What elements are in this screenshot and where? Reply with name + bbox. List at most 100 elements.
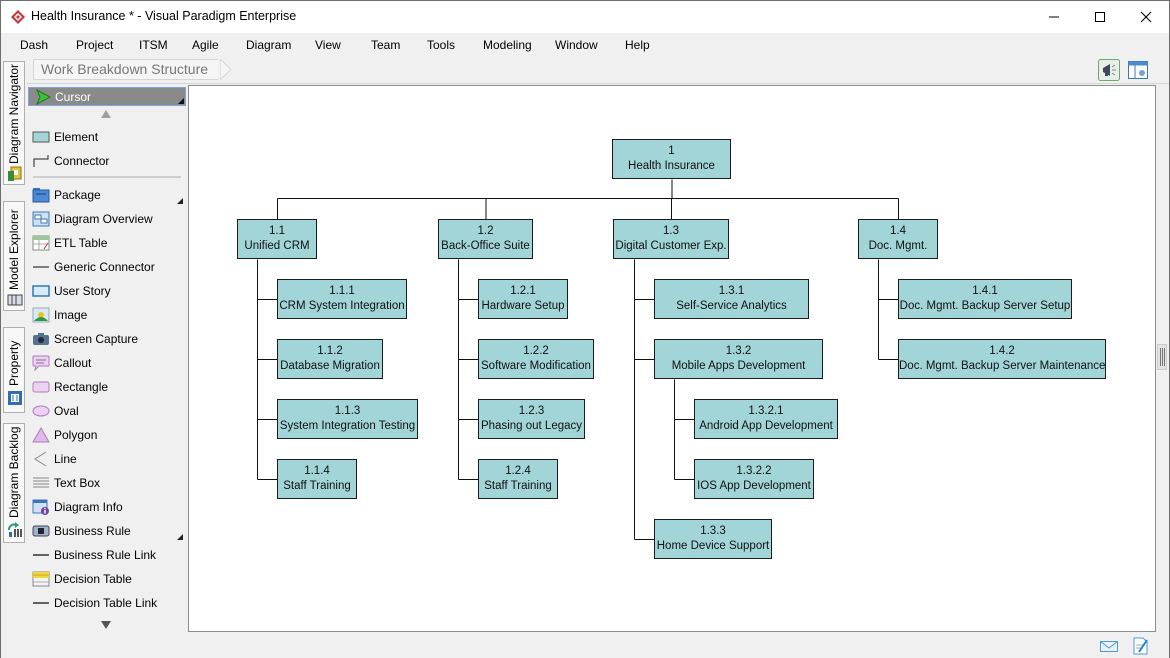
tab-label: Property	[7, 340, 21, 386]
wbs-node-1-4-1[interactable]: 1.4.1 Doc. Mgmt. Backup Server Setup	[898, 279, 1072, 319]
menu-project[interactable]: Project	[76, 38, 113, 52]
wbs-node-1-2[interactable]: 1.2 Back-Office Suite	[438, 219, 533, 259]
diagram-overview-icon	[32, 211, 50, 227]
wbs-node-1-4[interactable]: 1.4 Doc. Mgmt.	[858, 219, 938, 259]
palette-item-decision-table-link[interactable]: Decision Table Link	[27, 592, 187, 614]
mail-button[interactable]	[1099, 637, 1119, 655]
business-rule-link-icon	[33, 554, 49, 556]
palette-item-generic-connector[interactable]: Generic Connector	[27, 256, 187, 278]
scroll-down-arrow-icon[interactable]	[101, 621, 111, 629]
palette-item-element[interactable]: Element	[27, 126, 187, 148]
wbs-node-1-2-3[interactable]: 1.2.3 Phasing out Legacy	[478, 399, 585, 439]
menu-itsm[interactable]: ITSM	[139, 38, 168, 52]
wbs-node-1-2-1[interactable]: 1.2.1 Hardware Setup	[478, 279, 568, 319]
wbs-node-name: Self-Service Analytics	[676, 300, 787, 312]
model-explorer-icon	[7, 294, 23, 306]
line-icon	[34, 451, 47, 467]
diagram-layout-button[interactable]	[1127, 59, 1149, 81]
menu-tools[interactable]: Tools	[427, 38, 455, 52]
tab-property[interactable]: Property	[3, 327, 25, 413]
palette-item-callout[interactable]: Callout	[27, 352, 187, 374]
tab-diagram-backlog[interactable]: Diagram Backlog	[3, 423, 25, 543]
palette-item-decision-table[interactable]: Decision Table	[27, 568, 187, 590]
palette-item-connector[interactable]: Connector	[27, 150, 187, 172]
wbs-node-1-3-2-1[interactable]: 1.3.2.1 Android App Development	[694, 399, 838, 439]
palette-item-label: Decision Table Link	[54, 596, 158, 610]
diagram-canvas[interactable]: 1 Health Insurance 1.1 Unified CRM 1.2 Back-O…	[188, 85, 1156, 632]
palette-item-polygon[interactable]: Polygon	[27, 424, 187, 446]
close-button[interactable]	[1123, 1, 1169, 33]
palette-item-text-box[interactable]: Text Box	[27, 472, 187, 494]
wbs-node-number: 1.4	[890, 225, 906, 237]
wbs-node-number: 1.3.3	[700, 525, 726, 537]
palette-item-package[interactable]: Package	[27, 184, 187, 206]
palette-cursor-tool[interactable]: Cursor	[28, 87, 186, 106]
window-title: Health Insurance * - Visual Paradigm Ent…	[31, 9, 297, 23]
palette-item-line[interactable]: Line	[27, 448, 187, 470]
edit-document-button[interactable]	[1131, 637, 1151, 655]
maximize-button[interactable]	[1077, 1, 1123, 33]
wbs-node-1-3-3[interactable]: 1.3.3 Home Device Support	[654, 519, 772, 559]
package-icon	[32, 188, 50, 203]
wbs-node-1[interactable]: 1 Health Insurance	[612, 139, 731, 179]
wbs-node-number: 1.4.2	[989, 345, 1015, 357]
menu-window[interactable]: Window	[555, 38, 598, 52]
palette-item-diagram-info[interactable]: Diagram Info	[27, 496, 187, 518]
minimize-button[interactable]	[1031, 1, 1077, 33]
user-story-icon	[32, 285, 50, 297]
edit-document-icon	[1133, 637, 1148, 655]
wbs-node-1-3-2[interactable]: 1.3.2 Mobile Apps Development	[654, 339, 823, 379]
palette-item-diagram-overview[interactable]: Diagram Overview	[27, 208, 187, 230]
image-icon	[32, 307, 50, 323]
palette-item-oval[interactable]: Oval	[27, 400, 187, 422]
tab-diagram-navigator[interactable]: Diagram Navigator	[3, 61, 25, 185]
palette-item-label: Callout	[54, 356, 92, 370]
wbs-node-name: IOS App Development	[697, 480, 811, 492]
etl-table-icon	[32, 235, 50, 251]
palette-item-business-rule[interactable]: Business Rule	[27, 520, 187, 542]
wbs-node-1-1-2[interactable]: 1.1.2 Database Migration	[277, 339, 383, 379]
side-tab-strip: Diagram Navigator Model Explorer Propert…	[1, 57, 27, 629]
breadcrumb-item[interactable]: Work Breakdown Structure	[33, 59, 219, 80]
wbs-node-1-1-1[interactable]: 1.1.1 CRM System Integration	[277, 279, 407, 319]
wbs-node-number: 1.3.2	[725, 345, 752, 357]
wbs-node-1-3[interactable]: 1.3 Digital Customer Exp.	[613, 219, 729, 259]
decision-table-icon	[32, 571, 50, 587]
menu-dash[interactable]: Dash	[20, 38, 48, 52]
panel-resize-handle[interactable]	[1157, 344, 1167, 370]
palette-item-label: Decision Table	[54, 572, 132, 586]
oval-icon	[32, 405, 50, 417]
submenu-indicator-icon	[177, 534, 183, 540]
wbs-node-1-3-2-2[interactable]: 1.3.2.2 IOS App Development	[694, 459, 814, 499]
palette-item-rectangle[interactable]: Rectangle	[27, 376, 187, 398]
menu-view[interactable]: View	[315, 38, 341, 52]
submenu-indicator-icon	[178, 98, 184, 104]
scroll-up-arrow-icon[interactable]	[101, 110, 111, 118]
wbs-node-name: System Integration Testing	[279, 420, 416, 432]
menu-agile[interactable]: Agile	[192, 38, 219, 52]
palette-item-screen-capture[interactable]: Screen Capture	[27, 328, 187, 350]
wbs-node-1-1-4[interactable]: 1.1.4 Staff Training	[277, 459, 357, 499]
palette-item-business-rule-link[interactable]: Business Rule Link	[27, 544, 187, 566]
menu-diagram[interactable]: Diagram	[246, 38, 291, 52]
wbs-node-1-3-1[interactable]: 1.3.1 Self-Service Analytics	[654, 279, 809, 319]
wbs-node-1-2-2[interactable]: 1.2.2 Software Modification	[478, 339, 594, 379]
tab-model-explorer[interactable]: Model Explorer	[3, 201, 25, 311]
menu-team[interactable]: Team	[371, 38, 400, 52]
palette-item-image[interactable]: Image	[27, 304, 187, 326]
menu-help[interactable]: Help	[625, 38, 650, 52]
tab-label: Diagram Backlog	[7, 426, 21, 518]
wbs-node-number: 1.1.1	[329, 285, 355, 297]
callout-icon	[32, 355, 50, 371]
wbs-node-name: Software Modification	[481, 360, 591, 372]
wbs-node-1-2-4[interactable]: 1.2.4 Staff Training	[478, 459, 558, 499]
wbs-node-1-1-3[interactable]: 1.1.3 System Integration Testing	[277, 399, 418, 439]
palette-item-user-story[interactable]: User Story	[27, 280, 187, 302]
wbs-node-number: 1.3.2.2	[736, 465, 772, 477]
wbs-node-1-4-2[interactable]: 1.4.2 Doc. Mgmt. Backup Server Maintenanc…	[898, 339, 1106, 379]
diagram-navigator-icon	[8, 166, 22, 181]
palette-item-etl-table[interactable]: ETL Table	[27, 232, 187, 254]
menu-modeling[interactable]: Modeling	[483, 38, 532, 52]
announcement-button[interactable]	[1098, 59, 1120, 81]
wbs-node-1-1[interactable]: 1.1 Unified CRM	[237, 219, 317, 259]
